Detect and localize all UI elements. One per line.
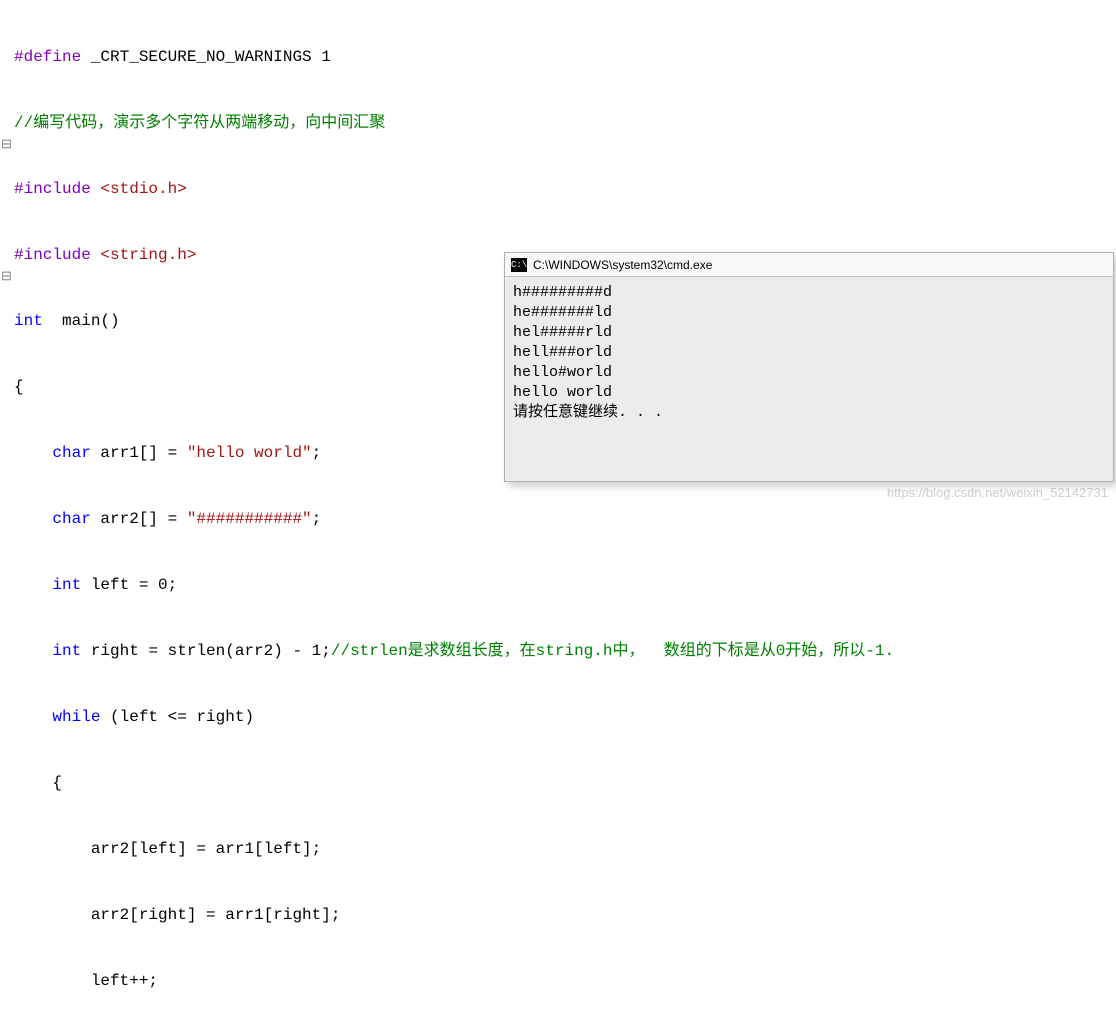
- kw-char: char: [52, 444, 90, 462]
- func-main: main(): [43, 312, 120, 330]
- stmt: left++;: [14, 972, 158, 990]
- string-literal: "###########": [187, 510, 312, 528]
- comment: //strlen是求数组长度，在string.h中， 数组的下标是从0开始，所以…: [331, 642, 894, 660]
- code-editor: ⊟ ⊟ #define _CRT_SECURE_NO_WARNINGS 1 //…: [0, 0, 1116, 70]
- cmd-icon: C:\: [511, 258, 527, 272]
- cmd-window[interactable]: C:\ C:\WINDOWS\system32\cmd.exe h#######…: [504, 252, 1114, 482]
- output-line: hell###orld: [513, 343, 1105, 363]
- watermark: https://blog.csdn.net/weixin_52142731: [887, 485, 1108, 500]
- output-line: hel#####rld: [513, 323, 1105, 343]
- stmt: arr2[left] = arr1[left];: [14, 840, 321, 858]
- kw-int: int: [52, 576, 81, 594]
- preproc-include: #include: [14, 180, 100, 198]
- fold-gutter: ⊟ ⊟: [0, 2, 14, 332]
- output-prompt: 请按任意键继续. . .: [513, 403, 1105, 423]
- preproc-define: #define: [14, 48, 81, 66]
- fold-marker[interactable]: ⊟: [0, 266, 14, 288]
- kw-int: int: [14, 312, 43, 330]
- comment: //编写代码，演示多个字符从两端移动，向中间汇聚: [14, 114, 385, 132]
- cmd-title: C:\WINDOWS\system32\cmd.exe: [533, 258, 712, 272]
- string-literal: "hello world": [187, 444, 312, 462]
- output-line: hello#world: [513, 363, 1105, 383]
- brace-open: {: [14, 378, 24, 396]
- cmd-titlebar[interactable]: C:\ C:\WINDOWS\system32\cmd.exe: [505, 253, 1113, 277]
- kw-char: char: [52, 510, 90, 528]
- header-string: <string.h>: [100, 246, 196, 264]
- brace-open: {: [14, 774, 62, 792]
- kw-int: int: [52, 642, 81, 660]
- stmt: arr2[right] = arr1[right];: [14, 906, 340, 924]
- output-line: hello world: [513, 383, 1105, 403]
- output-line: he#######ld: [513, 303, 1105, 323]
- fold-marker[interactable]: ⊟: [0, 134, 14, 156]
- macro-name: _CRT_SECURE_NO_WARNINGS 1: [81, 48, 331, 66]
- kw-while: while: [52, 708, 100, 726]
- cmd-output: h#########d he#######ld hel#####rld hell…: [505, 277, 1113, 429]
- preproc-include: #include: [14, 246, 100, 264]
- code-lines[interactable]: #define _CRT_SECURE_NO_WARNINGS 1 //编写代码…: [14, 2, 894, 1012]
- output-line: h#########d: [513, 283, 1105, 303]
- header-stdio: <stdio.h>: [100, 180, 186, 198]
